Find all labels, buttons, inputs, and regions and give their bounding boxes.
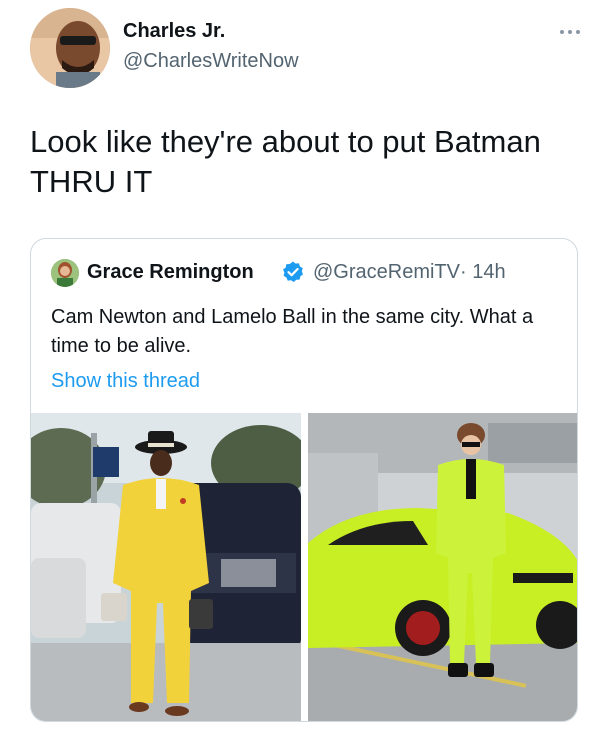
- show-thread-link[interactable]: Show this thread: [51, 370, 200, 393]
- quoted-author-meta[interactable]: @GraceRemiTV· 14h: [313, 261, 506, 284]
- quoted-tweet-text: Cam Newton and Lamelo Ball in the same c…: [51, 306, 534, 357]
- avatar-image: [30, 8, 110, 88]
- quoted-tweet-time: · 14h: [460, 261, 506, 283]
- more-horizontal-icon: [560, 30, 580, 34]
- author-handle[interactable]: @CharlesWriteNow: [123, 50, 299, 73]
- more-options-button[interactable]: [559, 24, 581, 34]
- verified-badge-icon: [281, 260, 305, 284]
- author-name[interactable]: Charles Jr.: [123, 20, 225, 43]
- photo-lime-suit-image: [308, 413, 577, 721]
- author-avatar[interactable]: [30, 8, 110, 88]
- tweet-text: Look like they're about to put Batman TH…: [30, 124, 541, 199]
- photo-lime-suit[interactable]: [308, 413, 577, 721]
- quoted-tweet-card[interactable]: Grace Remington @GraceRemiTV· 14h Cam Ne…: [30, 238, 578, 722]
- photo-yellow-suit[interactable]: [31, 413, 301, 721]
- quoted-avatar-image: [51, 259, 79, 287]
- quoted-author-name[interactable]: Grace Remington: [87, 261, 254, 284]
- quoted-author-avatar[interactable]: [51, 259, 79, 287]
- quoted-author-handle: @GraceRemiTV: [313, 261, 460, 283]
- photo-yellow-suit-image: [31, 413, 301, 721]
